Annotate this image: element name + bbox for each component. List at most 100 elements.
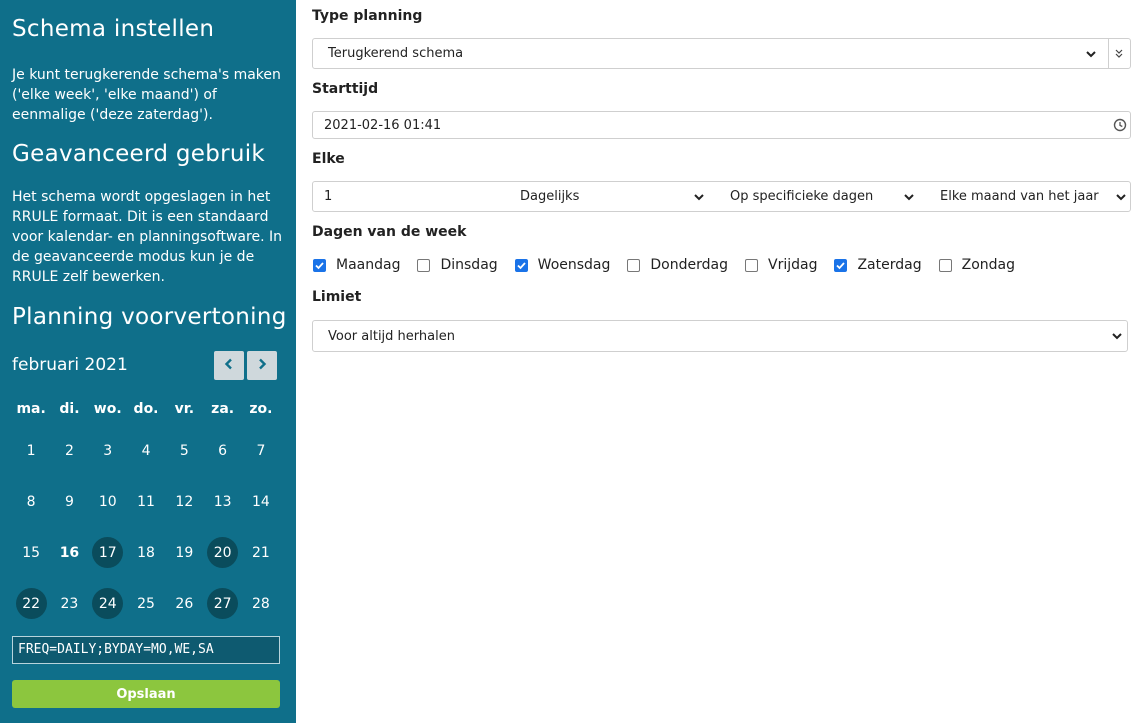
weekday-header: vr. xyxy=(174,401,195,417)
calendar-day-number: 16 xyxy=(59,544,80,561)
chevron-down-icon xyxy=(692,190,706,204)
weekday-checkboxes: Maandag Dinsdag Woensdag Donderdag Vrijdag Za… xyxy=(312,257,1031,273)
calendar-day: 3 xyxy=(89,426,127,477)
limiet-select[interactable]: Voor altijd herhalen xyxy=(312,320,1128,352)
weekday-option[interactable]: Dinsdag xyxy=(416,257,498,273)
prev-month-button[interactable] xyxy=(214,351,244,380)
select-divider xyxy=(1108,39,1109,68)
sidebar: Schema instellen Je kunt terugkerende sc… xyxy=(0,0,296,723)
calendar-day: 19 xyxy=(165,528,203,579)
next-month-button[interactable] xyxy=(247,351,277,380)
calendar-day-number: 6 xyxy=(218,443,228,460)
weekday-option[interactable]: Zondag xyxy=(938,257,1015,273)
calendar-days: 1 2 3 4 5 6 7 8 9 10 11 12 13 14 15 16 17 18 19 20 21 22 23 24 2… xyxy=(12,426,280,629)
calendar-day: 2 xyxy=(50,426,88,477)
dagen-label: Dagen van de week xyxy=(312,224,467,240)
elke-months-select[interactable]: Elke maand van het jaar xyxy=(928,181,1131,212)
weekday-header: do. xyxy=(133,401,159,417)
checkbox-icon[interactable] xyxy=(417,258,431,272)
weekday-option[interactable]: Woensdag xyxy=(514,257,611,273)
checkbox-icon[interactable] xyxy=(745,258,758,272)
checkbox-checked-icon[interactable] xyxy=(313,258,326,272)
elke-frequency-select[interactable]: Dagelijks xyxy=(508,181,712,212)
calendar-day-number: 8 xyxy=(26,494,36,511)
clock-icon[interactable] xyxy=(1113,118,1127,132)
weekday-option[interactable]: Zaterdag xyxy=(833,257,922,273)
type-planning-select[interactable]: Terugkerend schema xyxy=(312,38,1131,69)
type-planning-value: Terugkerend schema xyxy=(328,46,464,61)
checkbox-icon[interactable] xyxy=(627,258,641,272)
save-button[interactable]: Opslaan xyxy=(12,680,280,708)
calendar-day: 22 xyxy=(12,578,50,629)
rrule-input[interactable]: FREQ=DAILY;BYDAY=MO,WE,SA xyxy=(12,636,280,664)
calendar-day: 27 xyxy=(203,578,241,629)
calendar-day-number: 15 xyxy=(22,544,41,561)
weekday-header: ma. xyxy=(16,401,46,417)
calendar-day: 25 xyxy=(127,578,165,629)
calendar-day-number: 25 xyxy=(137,595,155,612)
calendar-day-number: 10 xyxy=(98,494,117,511)
calendar-day-number: 22 xyxy=(15,588,47,620)
starttijd-label: Starttijd xyxy=(312,81,379,97)
calendar-day-number: 27 xyxy=(207,588,239,620)
calendar-day-number: 3 xyxy=(103,443,113,460)
elke-interval-value: 1 xyxy=(324,189,333,204)
calendar-day-number: 7 xyxy=(256,443,266,460)
calendar-day: 6 xyxy=(203,426,241,477)
calendar-day-number: 14 xyxy=(252,494,270,511)
elke-days-select[interactable]: Op specificieke dagen xyxy=(718,181,922,212)
limiet-label: Limiet xyxy=(312,289,362,305)
calendar-day-number: 12 xyxy=(175,494,194,511)
sidebar-intro: Je kunt terugkerende schema's maken ('el… xyxy=(12,67,281,123)
calendar-weekdays: ma. di. wo. do. vr. za. zo. xyxy=(12,397,280,421)
weekday-option[interactable]: Vrijdag xyxy=(744,257,817,273)
elke-interval-input[interactable]: 1 xyxy=(312,181,508,212)
starttijd-input[interactable]: 2021-02-16 01:41 xyxy=(312,111,1131,139)
calendar-day-number: 23 xyxy=(60,595,79,612)
calendar-day: 21 xyxy=(242,528,280,579)
calendar-day-number: 17 xyxy=(92,537,124,569)
sidebar-title: Schema instellen xyxy=(12,16,215,42)
calendar-day: 11 xyxy=(127,477,165,528)
chevron-right-icon xyxy=(256,358,268,374)
calendar-day: 10 xyxy=(89,477,127,528)
type-planning-label: Type planning xyxy=(312,8,423,24)
calendar-day: 8 xyxy=(12,477,50,528)
elke-frequency-value: Dagelijks xyxy=(520,189,580,204)
calendar-day: 4 xyxy=(127,426,165,477)
checkbox-checked-icon[interactable] xyxy=(834,258,848,272)
calendar-day-number: 5 xyxy=(179,443,189,460)
calendar-day: 26 xyxy=(165,578,203,629)
checkbox-checked-icon[interactable] xyxy=(514,258,528,272)
calendar-day-number: 2 xyxy=(64,443,74,460)
elke-label: Elke xyxy=(312,151,345,167)
calendar-day-number: 11 xyxy=(137,494,155,511)
calendar-day: 16 xyxy=(50,528,88,579)
double-chevron-icon xyxy=(1112,47,1126,61)
calendar-day: 9 xyxy=(50,477,88,528)
advanced-title: Geavanceerd gebruik xyxy=(12,141,266,167)
weekday-option-label: Zaterdag xyxy=(857,257,922,273)
calendar-day-number: 26 xyxy=(175,595,194,612)
weekday-option[interactable]: Maandag xyxy=(312,257,400,273)
weekday-option-label: Maandag xyxy=(336,257,401,273)
calendar-day: 12 xyxy=(165,477,203,528)
calendar-day-number: 19 xyxy=(175,544,194,561)
calendar-day: 7 xyxy=(242,426,280,477)
weekday-header: zo. xyxy=(249,401,273,417)
weekday-option-label: Donderdag xyxy=(650,257,728,273)
chevron-down-icon xyxy=(1110,329,1124,343)
weekday-option-label: Vrijdag xyxy=(768,257,818,273)
weekday-option[interactable]: Donderdag xyxy=(626,257,728,273)
weekday-header: di. xyxy=(59,401,80,417)
calendar-day-number: 21 xyxy=(252,544,270,561)
checkbox-icon[interactable] xyxy=(938,258,952,272)
calendar-day: 18 xyxy=(127,528,165,579)
elke-months-value: Elke maand van het jaar xyxy=(940,189,1099,204)
calendar-day-number: 24 xyxy=(92,588,124,620)
calendar-day-number: 28 xyxy=(252,595,270,612)
calendar-day: 20 xyxy=(203,528,241,579)
weekday-option-label: Dinsdag xyxy=(440,257,498,273)
calendar-day: 14 xyxy=(242,477,280,528)
weekday-option-label: Woensdag xyxy=(537,257,611,273)
